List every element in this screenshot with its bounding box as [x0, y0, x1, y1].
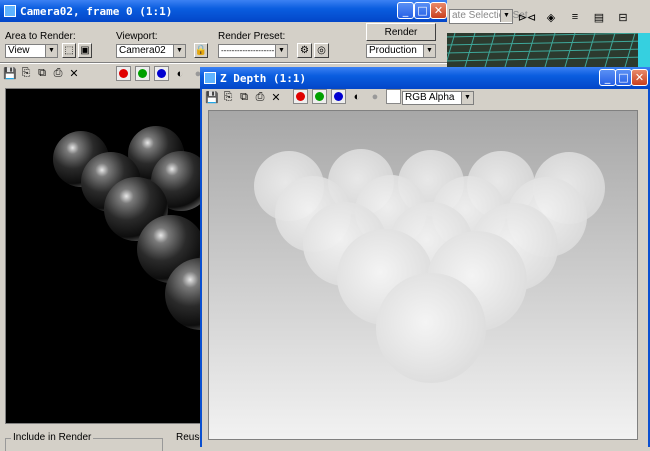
chevron-down-icon: ▼: [173, 45, 185, 57]
color-swatch[interactable]: [386, 89, 401, 104]
blue-channel-button[interactable]: [331, 89, 346, 104]
viewport-value: Camera02: [119, 45, 166, 56]
red-dot-icon: [119, 69, 128, 78]
include-in-render-label: Include in Render: [11, 432, 94, 443]
area-to-render-dropdown[interactable]: View ▼: [5, 44, 58, 58]
blue-channel-button[interactable]: [154, 66, 169, 81]
mirror-icon[interactable]: ⊳⊲: [518, 10, 536, 24]
clone-icon[interactable]: ⧉: [35, 66, 49, 80]
clone-icon[interactable]: ⧉: [237, 90, 251, 104]
render-preset-label: Render Preset:: [218, 31, 286, 42]
red-dot-icon: [296, 92, 305, 101]
selection-set-text: ate Selection Set: [452, 10, 528, 21]
zdepth-maximize-button[interactable]: □: [615, 69, 632, 86]
lock-viewport-button[interactable]: 🔒: [194, 43, 208, 58]
red-channel-button[interactable]: [116, 66, 131, 81]
wireframe-grid: [445, 33, 650, 67]
render-button[interactable]: Render: [366, 23, 436, 41]
green-dot-icon: [315, 92, 324, 101]
channel-value: RGB Alpha: [405, 92, 455, 103]
viewport-dropdown[interactable]: Camera02 ▼: [116, 44, 186, 58]
schematic-icon[interactable]: ⊟: [616, 10, 630, 24]
render-button-label: Render: [384, 26, 418, 38]
render-viewport[interactable]: [5, 88, 207, 424]
mono-icon[interactable]: ●: [368, 90, 382, 104]
chevron-down-icon: ▼: [275, 45, 287, 57]
zdepth-titlebar[interactable]: Z Depth (1:1): [200, 67, 650, 89]
zdepth-close-button[interactable]: ✕: [631, 69, 648, 86]
zdepth-spheres: [254, 149, 605, 383]
render-window-title: Camera02, frame 0 (1:1): [20, 4, 173, 18]
channel-buttons: ◐ ●: [116, 66, 205, 81]
align-icon[interactable]: ◈: [544, 10, 558, 24]
close-button[interactable]: ✕: [430, 2, 447, 19]
chevron-down-icon: ▼: [45, 45, 57, 57]
copy-icon[interactable]: ⎘: [19, 66, 33, 80]
chevron-down-icon: ▼: [461, 92, 473, 104]
zdepth-image[interactable]: [208, 110, 638, 440]
auto-region-button[interactable]: ▣: [78, 43, 92, 58]
separator: [0, 62, 447, 64]
area-value: View: [8, 45, 30, 56]
print-icon[interactable]: ⎙: [51, 66, 65, 80]
green-channel-button[interactable]: [312, 89, 327, 104]
layers-icon[interactable]: ≡: [568, 10, 582, 24]
environment-button[interactable]: ◎: [314, 43, 329, 58]
alpha-icon[interactable]: ◐: [173, 67, 187, 81]
area-to-render-label: Area to Render:: [5, 31, 76, 42]
render-preset-dropdown[interactable]: -------------------- ▼: [218, 44, 288, 58]
render-toolbar: 💾 ⎘ ⧉ ⎙ ✕: [3, 66, 81, 80]
blue-dot-icon: [334, 92, 343, 101]
chevron-down-icon: ▼: [423, 45, 435, 57]
clear-icon[interactable]: ✕: [67, 66, 81, 80]
production-value: Production: [369, 45, 417, 56]
save-icon[interactable]: 💾: [205, 90, 219, 104]
render-window-titlebar[interactable]: Camera02, frame 0 (1:1): [0, 0, 447, 22]
render-preset-value: --------------------: [221, 46, 275, 55]
edit-region-button[interactable]: ⬚: [62, 43, 76, 58]
alpha-icon[interactable]: ◐: [350, 90, 364, 104]
app-icon: [4, 5, 16, 17]
green-dot-icon: [138, 69, 147, 78]
rendered-spheres: [53, 126, 206, 330]
perspective-viewport[interactable]: [445, 33, 650, 67]
blue-dot-icon: [157, 69, 166, 78]
clear-icon[interactable]: ✕: [269, 90, 283, 104]
minimize-button[interactable]: _: [397, 2, 414, 19]
app-icon: [204, 72, 216, 84]
copy-icon[interactable]: ⎘: [221, 90, 235, 104]
save-icon[interactable]: 💾: [3, 66, 17, 80]
render-setup-button[interactable]: ⚙: [297, 43, 312, 58]
zdepth-toolbar: 💾 ⎘ ⧉ ⎙ ✕: [205, 90, 283, 104]
curve-editor-icon[interactable]: ▤: [592, 10, 606, 24]
chevron-down-icon: ▼: [500, 10, 512, 22]
production-dropdown[interactable]: Production ▼: [366, 44, 436, 58]
print-icon[interactable]: ⎙: [253, 90, 267, 104]
maximize-button[interactable]: □: [414, 2, 431, 19]
zdepth-title: Z Depth (1:1): [220, 71, 307, 85]
viewport-label: Viewport:: [116, 31, 158, 42]
channel-dropdown[interactable]: RGB Alpha ▼: [402, 91, 474, 105]
red-channel-button[interactable]: [293, 89, 308, 104]
zdepth-channel-buttons: ◐ ●: [293, 89, 401, 104]
green-channel-button[interactable]: [135, 66, 150, 81]
named-selection-set-combo[interactable]: ate Selection Set ▼: [449, 9, 528, 24]
zdepth-minimize-button[interactable]: _: [599, 69, 616, 86]
